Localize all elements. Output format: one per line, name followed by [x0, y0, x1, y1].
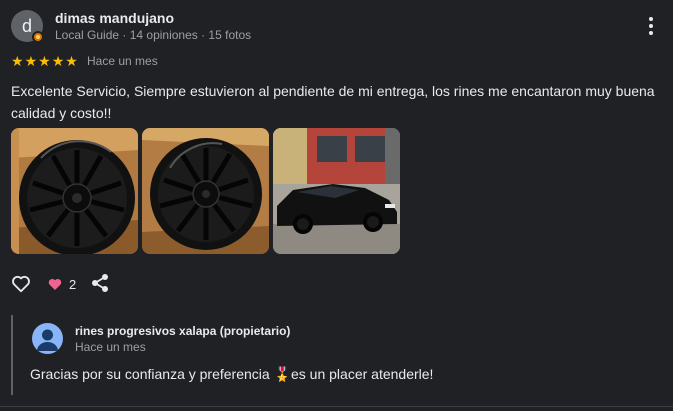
- review-photo-3[interactable]: [273, 128, 400, 254]
- review-time: Hace un mes: [87, 54, 158, 68]
- star-icon: ★: [38, 53, 51, 69]
- author-name[interactable]: dimas mandujano: [55, 10, 174, 26]
- author-meta: Local Guide · 14 opiniones · 15 fotos: [55, 28, 252, 42]
- owner-avatar[interactable]: [32, 323, 63, 354]
- reaction-count: 2: [69, 276, 77, 292]
- more-options-button[interactable]: [640, 14, 662, 38]
- share-icon: [92, 274, 108, 292]
- review-card: d dimas mandujano Local Guide · 14 opini…: [0, 0, 673, 411]
- review-photo-2[interactable]: [142, 128, 269, 254]
- star-icon: ★: [11, 53, 24, 69]
- owner-reply-time: Hace un mes: [75, 340, 146, 354]
- divider: [0, 406, 673, 407]
- rim-photo-image: [11, 128, 138, 254]
- star-icon: ★: [51, 53, 65, 69]
- heart-icon: [48, 279, 62, 290]
- review-text: Excelente Servicio, Siempre estuvieron a…: [11, 83, 655, 121]
- more-vert-icon: [649, 17, 653, 21]
- reaction-summary[interactable]: 2: [47, 276, 76, 292]
- car-photo-image: [273, 128, 400, 254]
- local-guide-badge-icon: [32, 31, 44, 43]
- review-photo-1[interactable]: [11, 128, 138, 254]
- share-button[interactable]: [91, 273, 109, 293]
- person-icon: [37, 329, 58, 351]
- owner-reply-text: Gracias por su confianza y preferencia 🎖…: [30, 366, 434, 382]
- star-icon: ★: [24, 53, 38, 69]
- owner-reply: rines progresivos xalapa (propietario) H…: [11, 315, 666, 395]
- owner-name: rines progresivos xalapa (propietario): [75, 324, 291, 338]
- star-rating: ★ ★ ★ ★ ★: [11, 54, 78, 68]
- avatar-letter: d: [21, 15, 32, 36]
- thumb-up-outline-icon: [12, 275, 30, 293]
- rim-photo-image: [142, 128, 269, 254]
- star-icon: ★: [65, 53, 78, 69]
- like-button[interactable]: [10, 272, 32, 294]
